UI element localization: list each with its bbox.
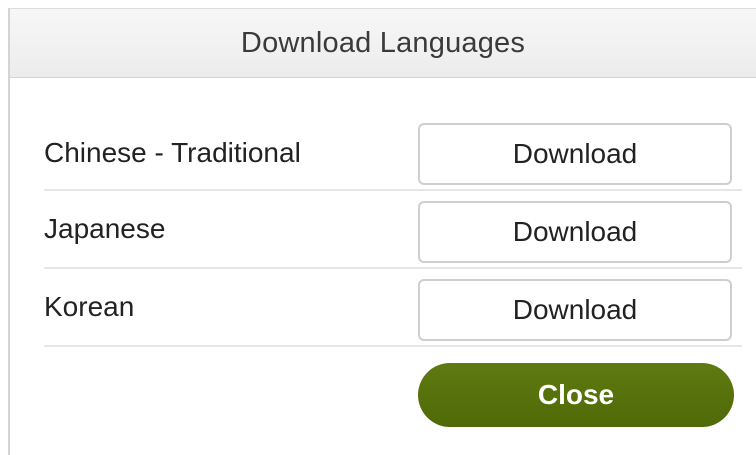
dialog-titlebar: Download Languages <box>10 9 756 78</box>
dialog-title: Download Languages <box>240 26 526 59</box>
close-button[interactable]: Close <box>418 363 734 427</box>
language-label: Japanese <box>44 213 166 244</box>
language-label: Chinese - Traditional <box>44 137 301 168</box>
language-row-korean: Korean Download <box>44 271 742 347</box>
download-languages-dialog: Download Languages Chinese - Traditional… <box>8 8 756 455</box>
language-label: Korean <box>44 291 135 322</box>
language-row-chinese-traditional: Chinese - Traditional Download <box>44 115 742 191</box>
language-row-japanese: Japanese Download <box>44 193 742 269</box>
download-button-chinese-traditional[interactable]: Download <box>418 123 732 185</box>
download-button-korean[interactable]: Download <box>418 279 732 341</box>
download-button-japanese[interactable]: Download <box>418 201 732 263</box>
